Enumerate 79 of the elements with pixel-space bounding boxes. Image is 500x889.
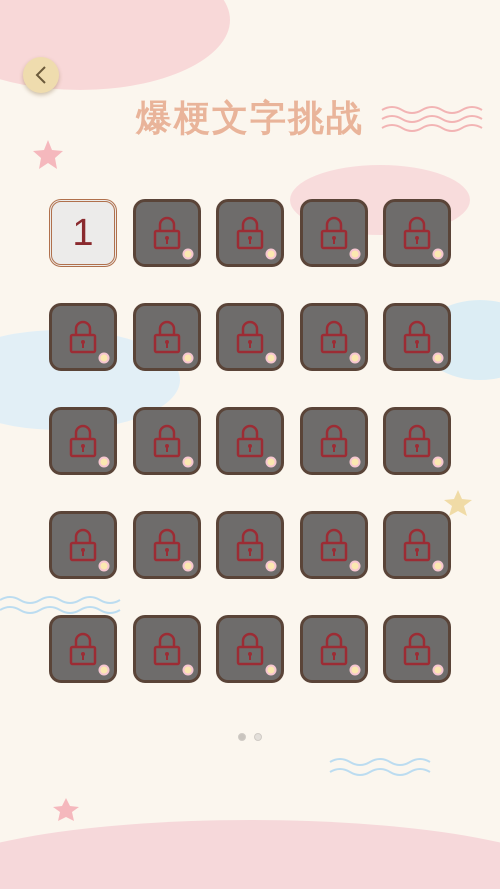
padlock-icon bbox=[68, 632, 98, 666]
flower-icon bbox=[182, 456, 194, 468]
flower-icon bbox=[265, 248, 277, 260]
padlock-icon bbox=[235, 320, 265, 354]
padlock-icon bbox=[152, 424, 182, 458]
level-button[interactable]: 1 bbox=[49, 199, 117, 267]
star bbox=[53, 798, 79, 821]
locked-level-button[interactable] bbox=[300, 407, 368, 475]
flower-icon bbox=[182, 248, 194, 260]
locked-level-button[interactable] bbox=[49, 303, 117, 371]
locked-level-button[interactable] bbox=[383, 511, 451, 579]
flower-icon bbox=[265, 456, 277, 468]
locked-level-button[interactable] bbox=[383, 407, 451, 475]
locked-level-button[interactable] bbox=[132, 199, 200, 267]
flower-icon bbox=[98, 664, 110, 676]
padlock-icon bbox=[402, 632, 432, 666]
padlock-icon bbox=[152, 320, 182, 354]
flower-icon bbox=[348, 352, 360, 364]
flower-icon bbox=[432, 456, 444, 468]
flower-icon bbox=[348, 248, 360, 260]
page-title: 爆梗文字挑战 bbox=[136, 97, 364, 141]
padlock-icon bbox=[402, 320, 432, 354]
flower-icon bbox=[98, 352, 110, 364]
padlock-icon bbox=[318, 632, 348, 666]
flower-icon bbox=[182, 560, 194, 572]
flower-icon bbox=[432, 352, 444, 364]
padlock-icon bbox=[402, 424, 432, 458]
star bbox=[33, 140, 63, 169]
padlock-icon bbox=[235, 216, 265, 250]
flower-icon bbox=[432, 248, 444, 260]
flower-icon bbox=[265, 664, 277, 676]
padlock-icon bbox=[235, 424, 265, 458]
padlock-icon bbox=[318, 424, 348, 458]
locked-level-button[interactable] bbox=[383, 199, 451, 267]
flower-icon bbox=[432, 560, 444, 572]
padlock-icon bbox=[152, 632, 182, 666]
locked-level-button[interactable] bbox=[49, 615, 117, 683]
padlock-icon bbox=[402, 216, 432, 250]
locked-level-button[interactable] bbox=[216, 511, 284, 579]
locked-level-button[interactable] bbox=[300, 199, 368, 267]
locked-level-button[interactable] bbox=[300, 303, 368, 371]
flower-icon bbox=[265, 352, 277, 364]
locked-level-button[interactable] bbox=[216, 199, 284, 267]
padlock-icon bbox=[402, 528, 432, 562]
padlock-icon bbox=[235, 632, 265, 666]
locked-level-button[interactable] bbox=[49, 407, 117, 475]
flower-icon bbox=[348, 560, 360, 572]
locked-level-button[interactable] bbox=[132, 303, 200, 371]
padlock-icon bbox=[68, 424, 98, 458]
flower-icon bbox=[182, 664, 194, 676]
padlock-icon bbox=[318, 528, 348, 562]
flower-icon bbox=[182, 352, 194, 364]
locked-level-button[interactable] bbox=[216, 303, 284, 371]
locked-level-button[interactable] bbox=[216, 615, 284, 683]
flower-icon bbox=[348, 664, 360, 676]
padlock-icon bbox=[68, 528, 98, 562]
padlock-icon bbox=[152, 216, 182, 250]
locked-level-button[interactable] bbox=[132, 511, 200, 579]
padlock-icon bbox=[152, 528, 182, 562]
page-dot[interactable] bbox=[254, 733, 262, 741]
padlock-icon bbox=[235, 528, 265, 562]
flower-icon bbox=[265, 560, 277, 572]
flower-icon bbox=[98, 560, 110, 572]
padlock-icon bbox=[318, 216, 348, 250]
star bbox=[444, 490, 472, 516]
locked-level-button[interactable] bbox=[132, 615, 200, 683]
padlock-icon bbox=[318, 320, 348, 354]
flower-icon bbox=[98, 456, 110, 468]
padlock-icon bbox=[68, 320, 98, 354]
page-dot[interactable] bbox=[238, 733, 246, 741]
locked-level-button[interactable] bbox=[300, 615, 368, 683]
locked-level-button[interactable] bbox=[49, 511, 117, 579]
locked-level-button[interactable] bbox=[132, 407, 200, 475]
flower-icon bbox=[432, 664, 444, 676]
locked-level-button[interactable] bbox=[383, 615, 451, 683]
locked-level-button[interactable] bbox=[300, 511, 368, 579]
locked-level-button[interactable] bbox=[216, 407, 284, 475]
flower-icon bbox=[348, 456, 360, 468]
locked-level-button[interactable] bbox=[383, 303, 451, 371]
